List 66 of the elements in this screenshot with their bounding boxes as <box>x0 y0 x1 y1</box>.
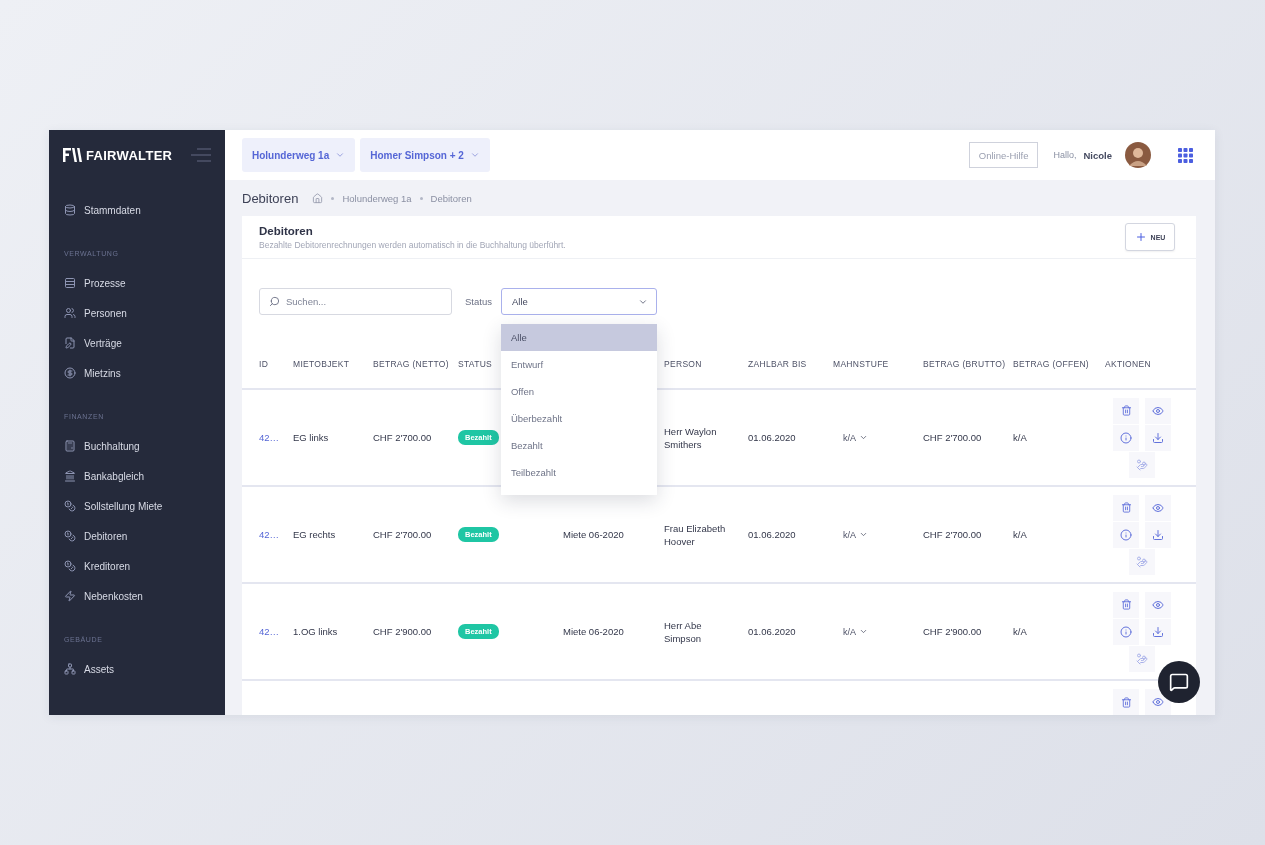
nav-item[interactable]: Mietzins <box>49 358 225 388</box>
nav-item[interactable]: Prozesse <box>49 268 225 298</box>
column-header: STATUS <box>458 357 494 371</box>
column-header: BETRAG (BRUTTO) <box>923 357 1007 371</box>
table-cell-text: 01.06.2020 <box>748 625 797 638</box>
nav-item[interactable]: Assets <box>49 654 225 684</box>
greeting: Hallo, <box>1053 150 1077 160</box>
column-header: ZAHLBAR BIS <box>748 357 808 371</box>
table-cell-text: CHF 2'700.00 <box>923 528 983 541</box>
nav-item[interactable]: Bankabgleich <box>49 461 225 491</box>
dunning-select[interactable]: k/A <box>843 626 868 637</box>
status-select[interactable]: Alle <box>500 288 657 315</box>
context-selector[interactable]: Homer Simpson + 2 <box>360 138 490 172</box>
nav-item[interactable]: Verträge <box>49 328 225 358</box>
nav-item[interactable]: Kreditoren <box>49 551 225 581</box>
column-header: ID <box>259 357 270 371</box>
nav-item[interactable]: Buchhaltung <box>49 431 225 461</box>
column-header: MAHNSTUFE <box>833 357 890 371</box>
menu-option[interactable]: Überbezahlt <box>500 405 657 432</box>
table-cell-text: EG links <box>293 431 330 444</box>
column-header: BETRAG (NETTO) <box>373 357 450 371</box>
table-cell-text: Herr Abe Simpson <box>664 618 703 645</box>
table-cell-text: CHF 2'900.00 <box>923 625 983 638</box>
nav-item[interactable]: Stammdaten <box>49 195 225 225</box>
table-cell-text: Frau Elizabeth Hoover <box>664 521 727 548</box>
card-title: Debitoren <box>259 224 314 237</box>
table-cell-text: k/A <box>1013 431 1028 444</box>
table-cell-text: 01.06.2020 <box>748 431 797 444</box>
nav-item[interactable]: Debitoren <box>49 521 225 551</box>
id-link[interactable]: 42… <box>259 529 280 540</box>
status-label: Status <box>465 296 492 307</box>
dunning-select[interactable]: k/A <box>843 432 868 443</box>
table-cell-text: Miete 06-2020 <box>563 528 625 541</box>
table-cell-text: CHF 2'700.00 <box>373 431 433 444</box>
page-title: Debitoren <box>242 190 299 206</box>
nav-item[interactable]: Sollstellung Miete <box>49 491 225 521</box>
select-value: Alle <box>511 296 528 307</box>
table-cell-text: k/A <box>1013 625 1028 638</box>
menu-option[interactable]: Teilbezahlt <box>500 459 657 486</box>
nav-item[interactable]: Nebenkosten <box>49 581 225 611</box>
table-cell-text: 1.OG links <box>293 625 339 638</box>
search-field[interactable]: Suchen... <box>259 288 452 315</box>
user-name: Nicole <box>1083 149 1112 161</box>
table-cell-text: Miete 06-2020 <box>563 625 625 638</box>
id-link[interactable]: 42… <box>259 626 280 637</box>
menu-option[interactable]: Offen <box>500 378 657 405</box>
table-cell-text: 01.06.2020 <box>748 528 797 541</box>
table-cell-text: Herr Waylon Smithers <box>664 424 718 451</box>
column-header: BETRAG (OFFEN) <box>1013 357 1090 371</box>
column-header: MIETOBJEKT <box>293 357 351 371</box>
table-cell-text: CHF 2'900.00 <box>373 625 433 638</box>
table-cell-text: CHF 2'700.00 <box>373 528 433 541</box>
logo-text: FAIRWALTER <box>86 147 173 163</box>
menu-option[interactable]: Alle <box>500 324 657 351</box>
table-cell-text: EG rechts <box>293 528 337 541</box>
menu-option[interactable]: Entwurf <box>500 351 657 378</box>
column-header: AKTIONEN <box>1105 357 1152 371</box>
menu-option[interactable]: Bezahlt <box>500 432 657 459</box>
context-selector[interactable]: Holunderweg 1a <box>242 138 356 172</box>
card-subtitle: Bezahlte Debitorenrechnungen werden automatisch in die Buchhaltung überführt. <box>259 239 566 250</box>
dunning-select[interactable]: k/A <box>843 529 868 540</box>
nav-item[interactable]: Personen <box>49 298 225 328</box>
column-header: PERSON <box>664 357 703 371</box>
id-link[interactable]: 42… <box>259 432 280 443</box>
table-cell-text: CHF 2'700.00 <box>923 431 983 444</box>
table-cell-text: k/A <box>1013 528 1028 541</box>
